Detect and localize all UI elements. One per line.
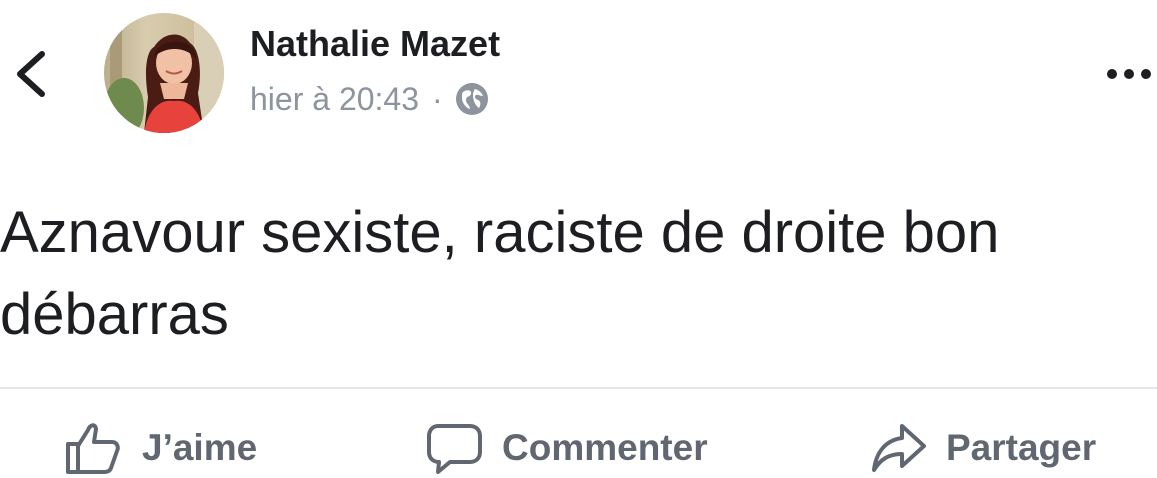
post-meta: hier à 20:43 · xyxy=(250,78,490,120)
thumbs-up-icon xyxy=(66,423,120,474)
chevron-left-icon xyxy=(17,51,45,97)
comment-label: Commenter xyxy=(502,427,708,468)
post-text-line: Aznavour sexiste, raciste de droite bon xyxy=(0,200,1000,265)
like-label: J’aime xyxy=(142,427,258,468)
more-dots-icon xyxy=(1107,69,1151,79)
back-button[interactable] xyxy=(8,48,52,100)
meta-separator: · xyxy=(432,80,443,117)
post-timestamp[interactable]: hier à 20:43 xyxy=(250,81,419,118)
comment-button[interactable]: Commenter xyxy=(426,418,708,478)
globe-icon xyxy=(455,83,488,115)
avatar-photo xyxy=(104,13,224,133)
share-button[interactable]: Partager xyxy=(870,418,1096,478)
avatar[interactable] xyxy=(104,13,224,133)
post-text-line: débarras xyxy=(0,282,229,347)
comment-bubble-icon xyxy=(427,424,482,474)
more-options-button[interactable] xyxy=(1106,66,1152,82)
share-arrow-icon xyxy=(872,424,926,472)
author-name[interactable]: Nathalie Mazet xyxy=(250,22,500,66)
post-body: Aznavour sexiste, raciste de droite bon … xyxy=(0,192,1157,356)
share-label: Partager xyxy=(946,427,1097,468)
like-button[interactable]: J’aime xyxy=(64,418,257,478)
divider xyxy=(0,387,1157,389)
